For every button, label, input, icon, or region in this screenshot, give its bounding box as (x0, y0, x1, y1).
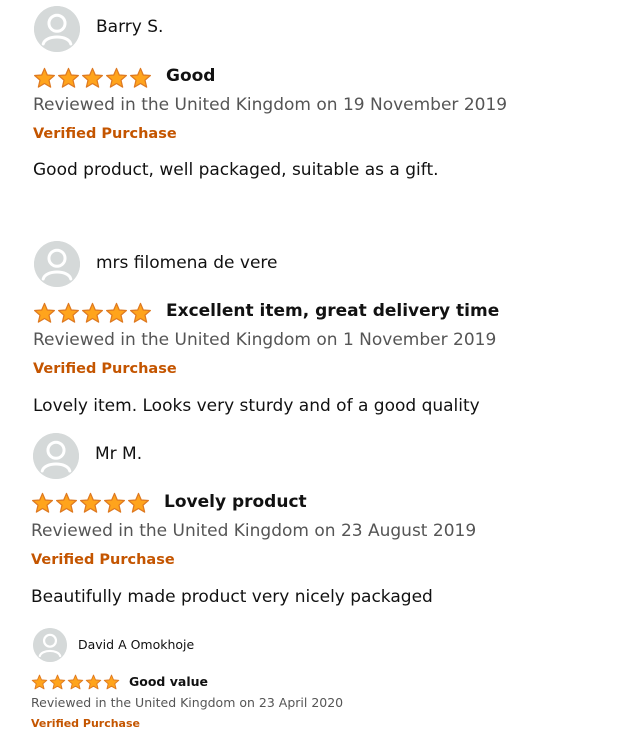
reviewer-name[interactable]: Barry S. (96, 17, 163, 37)
star-rating[interactable] (31, 674, 120, 690)
verified-purchase-badge: Verified Purchase (31, 552, 175, 568)
user-silhouette-icon (34, 241, 80, 287)
star-icon (104, 492, 125, 513)
review-date: Reviewed in the United Kingdom on 23 Aug… (31, 521, 477, 541)
avatar-icon[interactable] (33, 628, 67, 662)
review-body: Lovely item. Looks very sturdy and of a … (33, 396, 480, 416)
review-body: Good product, well packaged, suitable as… (33, 160, 439, 180)
review-body: Beautifully made product very nicely pac… (31, 587, 433, 607)
star-icon (82, 67, 103, 88)
star-icon (49, 674, 66, 690)
star-icon (80, 492, 101, 513)
review-date: Reviewed in the United Kingdom on 1 Nove… (33, 330, 497, 350)
reviewer-name[interactable]: Mr M. (95, 444, 142, 464)
avatar-icon[interactable] (33, 433, 79, 479)
review-date: Reviewed in the United Kingdom on 23 Apr… (31, 695, 344, 710)
star-rating[interactable] (33, 67, 152, 89)
star-icon (130, 302, 151, 323)
reviewer-name[interactable]: David A Omokhoje (78, 637, 194, 652)
avatar-icon[interactable] (34, 6, 80, 52)
star-icon (56, 492, 77, 513)
star-icon (34, 302, 55, 323)
star-icon (106, 67, 127, 88)
review-title[interactable]: Lovely product (164, 492, 307, 512)
star-rating[interactable] (31, 492, 150, 514)
verified-purchase-badge: Verified Purchase (33, 126, 177, 142)
user-silhouette-icon (33, 433, 79, 479)
user-silhouette-icon (34, 6, 80, 52)
star-icon (130, 67, 151, 88)
star-icon (106, 302, 127, 323)
review-title[interactable]: Excellent item, great delivery time (166, 301, 499, 321)
star-icon (128, 492, 149, 513)
star-icon (58, 302, 79, 323)
reviewer-name[interactable]: mrs filomena de vere (96, 253, 278, 273)
verified-purchase-badge: Verified Purchase (33, 361, 177, 377)
avatar-icon[interactable] (34, 241, 80, 287)
star-icon (103, 674, 120, 690)
review-title[interactable]: Good value (129, 674, 208, 689)
star-icon (31, 674, 48, 690)
review-date: Reviewed in the United Kingdom on 19 Nov… (33, 95, 508, 115)
star-icon (32, 492, 53, 513)
star-icon (67, 674, 84, 690)
review-title[interactable]: Good (166, 66, 215, 86)
star-icon (58, 67, 79, 88)
user-silhouette-icon (33, 628, 67, 662)
star-icon (34, 67, 55, 88)
star-icon (82, 302, 103, 323)
star-icon (85, 674, 102, 690)
star-rating[interactable] (33, 302, 152, 324)
verified-purchase-badge: Verified Purchase (31, 717, 140, 730)
